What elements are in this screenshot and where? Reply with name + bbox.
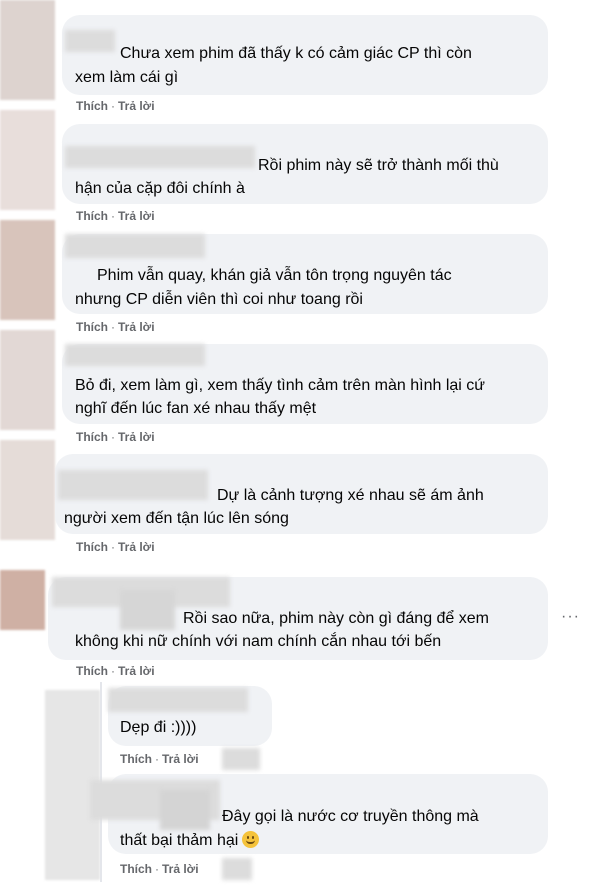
like-button[interactable]: Thích <box>76 430 108 444</box>
separator: · <box>111 430 115 444</box>
reply-text-line: thất bại thảm hại <box>120 832 239 849</box>
comment-text: nghĩ đến lúc fan xé nhau thấy mệt <box>75 400 317 417</box>
like-button[interactable]: Thích <box>76 540 108 554</box>
comment-actions: Thích · Trả lời <box>76 540 155 554</box>
separator: · <box>111 209 115 223</box>
comment-actions: Thích · Trả lời <box>76 664 155 678</box>
more-options-icon[interactable]: ··· <box>561 608 580 626</box>
like-button[interactable]: Thích <box>120 752 152 766</box>
comment-text: Bỏ đi, xem làm gì, xem thấy tình cảm trê… <box>75 377 485 394</box>
avatar[interactable] <box>0 570 45 630</box>
comment-actions: Thích · Trả lời <box>76 320 155 334</box>
blurred-timestamp <box>222 748 260 770</box>
separator: · <box>111 664 115 678</box>
blurred-username <box>65 344 205 366</box>
blurred-username <box>160 790 210 830</box>
blurred-timestamp <box>222 858 252 880</box>
comment-text: người xem đến tận lúc lên sóng <box>64 510 289 527</box>
reply-button[interactable]: Trả lời <box>118 209 155 223</box>
separator: · <box>111 99 115 113</box>
separator: · <box>111 540 115 554</box>
like-button[interactable]: Thích <box>76 320 108 334</box>
avatar[interactable] <box>0 220 55 320</box>
blurred-username <box>108 688 248 712</box>
comment-text: Rồi sao nữa, phim này còn gì đáng để xem <box>183 610 489 627</box>
blurred-username <box>65 146 255 168</box>
reply-actions: Thích · Trả lời <box>120 862 199 876</box>
comment-text: Rồi phim này sẽ trở thành mối thù <box>258 157 499 174</box>
avatar[interactable] <box>0 330 55 430</box>
reply-button[interactable]: Trả lời <box>118 320 155 334</box>
reply-text: Đây gọi là nước cơ truyền thông mà <box>222 808 479 825</box>
smile-emoji-icon <box>242 831 260 848</box>
comment-text: nhưng CP diễn viên thì coi như toang rồi <box>75 291 363 308</box>
reply-button[interactable]: Trả lời <box>118 430 155 444</box>
like-button[interactable]: Thích <box>76 99 108 113</box>
reply-text: thất bại thảm hại <box>120 829 260 852</box>
comment-actions: Thích · Trả lời <box>76 209 155 223</box>
reply-actions: Thích · Trả lời <box>120 752 199 766</box>
reply-text: Dẹp đi :)))) <box>120 719 197 736</box>
comment-text: Dự là cảnh tượng xé nhau sẽ ám ảnh <box>217 487 484 504</box>
blurred-username <box>65 30 115 52</box>
comment-text: không khi nữ chính với nam chính cắn nha… <box>75 633 442 650</box>
reply-button[interactable]: Trả lời <box>118 540 155 554</box>
like-button[interactable]: Thích <box>76 664 108 678</box>
blurred-username <box>65 234 205 258</box>
like-button[interactable]: Thích <box>120 862 152 876</box>
avatar[interactable] <box>0 0 55 100</box>
avatar[interactable] <box>0 440 55 540</box>
like-button[interactable]: Thích <box>76 209 108 223</box>
reply-button[interactable]: Trả lời <box>118 664 155 678</box>
separator: · <box>155 752 159 766</box>
comment-text: xem làm cái gì <box>75 69 179 86</box>
reply-button[interactable]: Trả lời <box>162 752 199 766</box>
comment-text: Chưa xem phim đã thấy k có cảm giác CP t… <box>120 45 472 62</box>
blurred-username <box>58 470 208 500</box>
reply-button[interactable]: Trả lời <box>118 99 155 113</box>
comment-text: hận của cặp đôi chính à <box>75 180 245 197</box>
reply-button[interactable]: Trả lời <box>162 862 199 876</box>
comment-actions: Thích · Trả lời <box>76 430 155 444</box>
blurred-username <box>120 590 175 630</box>
comment-actions: Thích · Trả lời <box>76 99 155 113</box>
separator: · <box>155 862 159 876</box>
avatar[interactable] <box>0 110 55 210</box>
comment-text: Phim vẫn quay, khán giả vẫn tôn trọng ng… <box>97 267 452 284</box>
separator: · <box>111 320 115 334</box>
